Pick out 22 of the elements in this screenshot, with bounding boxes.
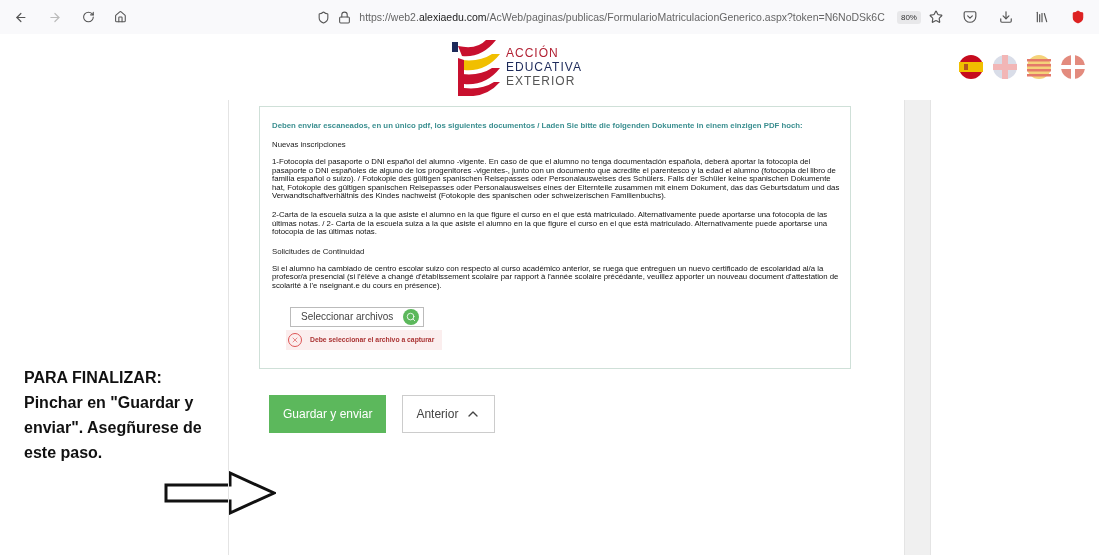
- logo-icon: [452, 38, 502, 96]
- star-icon[interactable]: [929, 10, 943, 24]
- address-field[interactable]: https://web2.alexiaedu.com/AcWeb/paginas/publicas/FormularioMatriculacionGenerico.aspx?token=N6NoDSk6C: [359, 11, 889, 23]
- shield-icon[interactable]: [317, 10, 331, 24]
- library-icon[interactable]: [1035, 10, 1049, 24]
- instruction-note: PARA FINALIZAR: Pinchar en "Guardar y enviar". Asegñurese de este paso.: [24, 368, 203, 463]
- pocket-icon[interactable]: [963, 10, 977, 24]
- reload-icon[interactable]: [81, 10, 95, 24]
- logo-text: EDUCATIVA: [506, 60, 582, 74]
- download-icon[interactable]: [999, 10, 1013, 24]
- previous-button[interactable]: Anterior: [402, 394, 496, 433]
- flag-icon[interactable]: [1061, 55, 1085, 79]
- shield-icon[interactable]: [1071, 10, 1085, 24]
- select-files-button[interactable]: Seleccionar archivos: [290, 306, 425, 327]
- zoom-level[interactable]: 80%: [896, 10, 921, 24]
- flag-icon[interactable]: [1027, 55, 1051, 79]
- flag-icon[interactable]: [959, 55, 983, 79]
- logo-text: EXTERIOR: [506, 74, 577, 88]
- search-icon: [403, 308, 420, 325]
- home-icon[interactable]: [114, 10, 128, 24]
- logo-text: ACCIÓN: [506, 46, 560, 60]
- lock-icon: [338, 10, 352, 24]
